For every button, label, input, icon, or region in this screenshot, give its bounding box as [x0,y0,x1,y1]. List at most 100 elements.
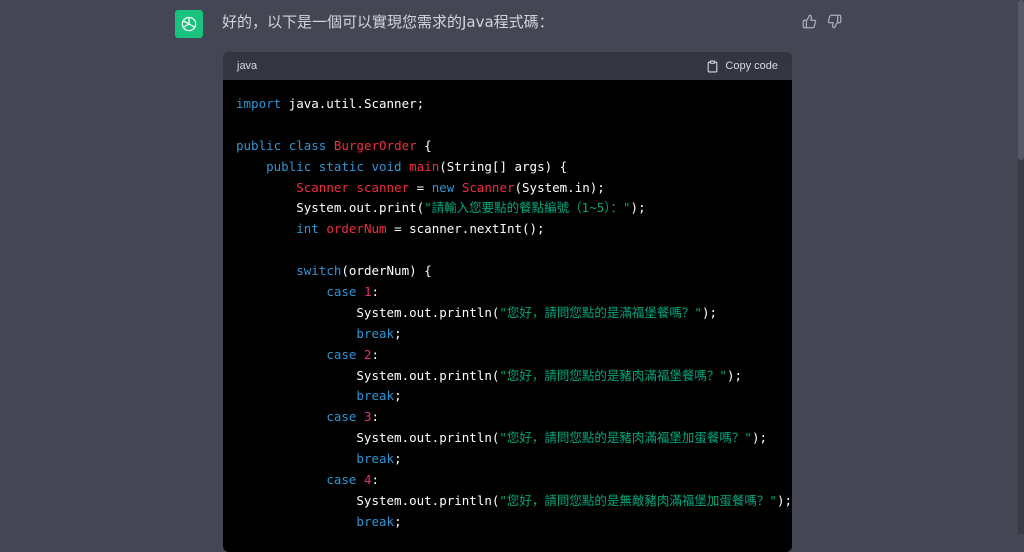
code-token: "您好，請問您點的是滿福堡餐嗎？" [499,304,702,320]
scrollbar-track[interactable] [1018,0,1024,534]
code-token: : [371,346,380,362]
code-token: orderNum [326,221,387,237]
code-line: System.out.println("您好，請問您點的是豬肉滿福堡餐嗎？"); [236,366,779,387]
code-line: System.out.println("您好，請問您點的是滿福堡餐嗎？"); [236,303,779,324]
code-token: : [371,472,380,488]
code-line: case 1: [236,282,779,303]
code-token: import [236,96,282,111]
code-token: System.out.print( [236,200,425,216]
code-token: = scanner.nextInt(); [386,221,545,237]
code-token: ; [394,388,402,404]
code-line: public class BurgerOrder { [236,136,779,157]
code-line: switch(orderNum) { [236,261,779,282]
thumbs-up-button[interactable] [800,12,818,30]
code-line: System.out.println("您好，請問您點的是豬肉滿福堡加蛋餐嗎？"… [236,428,779,449]
copy-code-button[interactable]: Copy code [706,60,778,73]
code-token: { [416,137,432,153]
code-line: Scanner scanner = new Scanner(System.in)… [236,178,779,199]
thumbs-down-icon [827,14,841,28]
code-token: Scanner [296,179,349,195]
code-token: "您好，請問您點的是無敵豬肉滿福堡加蛋餐嗎？" [499,492,777,508]
code-token: case [326,346,357,362]
code-token: java.util.Scanner; [281,96,425,111]
code-line: break; [236,512,779,533]
code-token: : [371,284,380,300]
code-language-label: java [237,60,258,72]
clipboard-icon [708,60,718,72]
code-token: ; [394,325,402,341]
code-token: "您好，請問您點的是豬肉滿福堡餐嗎？" [499,367,727,383]
code-token: ); [726,367,743,383]
assistant-message-text: 好的，以下是一個可以實現您需求的Java程式碼： [222,13,554,31]
openai-logo-icon [181,16,197,32]
thumbs-up-icon [802,14,816,28]
code-line: import java.util.Scanner; [236,94,779,115]
code-token: void [371,158,402,174]
code-line: break; [236,449,779,470]
code-token: System.out.println( [236,492,500,508]
code-token: ); [630,200,646,216]
code-header: java Copy code [223,52,792,80]
code-token: ); [701,304,718,320]
code-token: int [296,221,319,237]
code-token: break [356,388,395,404]
code-token: ); [776,492,792,508]
code-token: ; [394,513,402,529]
code-line: break; [236,324,779,345]
thumbs-down-button[interactable] [825,12,843,30]
code-token: static [318,158,364,174]
code-token: break [356,513,395,529]
code-token: BurgerOrder [333,137,417,153]
code-token: "您好，請問您點的是豬肉滿福堡加蛋餐嗎？" [499,430,752,446]
code-line: System.out.println("您好，請問您點的是無敵豬肉滿福堡加蛋餐嗎… [236,491,792,512]
code-line: case 3: [236,407,779,428]
copy-code-label: Copy code [725,60,778,72]
code-token: ); [751,430,768,446]
code-line: break; [236,386,779,407]
code-token: System.out.println( [236,304,500,320]
code-token: : [371,409,380,425]
code-token: case [326,284,357,300]
code-token: ; [394,451,402,467]
code-token: main [409,158,440,174]
code-token: System.out.println( [236,367,500,383]
code-token: (System.in); [514,179,605,195]
code-token: public [236,137,282,153]
code-token: System.out.println( [236,430,500,446]
code-token: case [326,409,357,425]
code-token: (String[] args) { [439,158,568,174]
code-line: System.out.print("請輸入您要點的餐點編號（1~5）："); [236,198,779,219]
code-token: break [356,325,395,341]
code-token: Scanner [461,179,515,195]
assistant-avatar [175,10,203,38]
code-line: public static void main(String[] args) { [236,157,779,178]
code-token: = [409,179,432,195]
code-line: int orderNum = scanner.nextInt(); [236,219,779,240]
code-content: import java.util.Scanner; public class Bu… [223,80,792,547]
code-token: new [431,179,455,195]
scrollbar-thumb[interactable] [1018,0,1024,160]
code-token: public [266,158,312,174]
code-token: break [356,451,395,467]
code-token: class [288,137,327,153]
